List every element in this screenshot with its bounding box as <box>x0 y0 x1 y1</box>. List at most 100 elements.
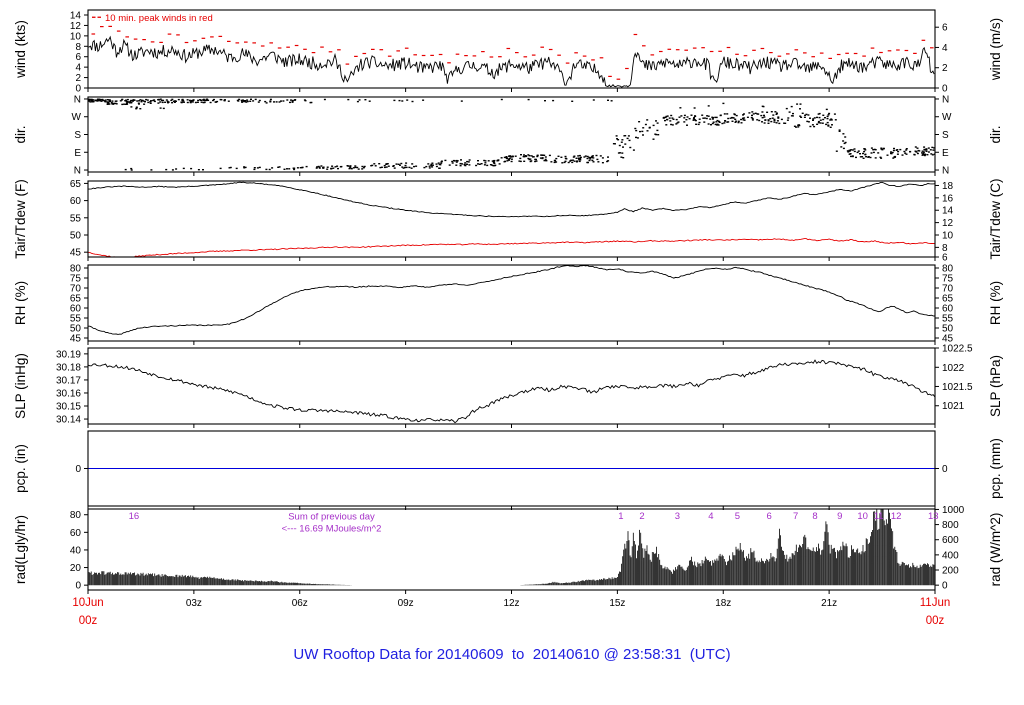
direction-dot <box>799 103 802 105</box>
direction-dot <box>544 100 546 102</box>
direction-dot <box>126 101 129 103</box>
direction-dot <box>698 121 701 124</box>
direction-dot <box>161 101 164 104</box>
direction-dot <box>189 101 192 104</box>
y-tick-label-right: 1021.5 <box>942 382 973 393</box>
direction-dot <box>511 155 514 158</box>
direction-dot <box>492 161 495 163</box>
x-tick-label: 18z <box>715 598 731 609</box>
peak-wind-dash <box>150 41 155 43</box>
direction-dot <box>292 167 295 169</box>
direction-dot <box>803 116 806 118</box>
peak-wind-dash <box>904 49 909 52</box>
peak-wind-dash <box>455 53 460 55</box>
direction-dot <box>460 100 463 102</box>
start-date-label: 10Jun <box>72 597 103 609</box>
direction-dot <box>326 166 329 168</box>
radiation-hour-sum: 8 <box>812 511 817 522</box>
direction-dot <box>383 166 386 169</box>
axis-label-right-rad: rad (W/m^2) <box>988 513 1003 587</box>
direction-dot <box>722 102 725 105</box>
direction-dot <box>356 166 359 169</box>
direction-dot <box>927 151 930 153</box>
radiation-hour-sum: 5 <box>735 511 740 522</box>
peak-wind-dash <box>591 59 595 61</box>
direction-dot <box>159 101 162 103</box>
direction-dot <box>648 126 651 129</box>
direction-dot <box>205 99 208 102</box>
direction-dot <box>715 121 718 123</box>
direction-dot <box>666 118 668 121</box>
direction-dot <box>269 98 272 101</box>
direction-dot <box>165 168 168 171</box>
y-tick-label-right: 4 <box>942 43 948 54</box>
direction-dot <box>326 168 329 170</box>
direction-dot <box>737 121 740 124</box>
direction-dot <box>119 100 122 102</box>
direction-dot <box>923 146 926 148</box>
direction-dot <box>411 163 414 165</box>
direction-dot <box>685 119 688 121</box>
direction-dot <box>686 116 689 118</box>
peak-wind-dash <box>201 37 206 39</box>
direction-dot <box>703 121 706 123</box>
radiation-hour-sum: 2 <box>639 511 644 522</box>
y-tick-label-right: 200 <box>942 566 959 577</box>
direction-dot <box>171 98 174 101</box>
direction-dot <box>278 101 281 103</box>
direction-dot <box>529 160 532 163</box>
direction-dot <box>245 101 248 103</box>
panel-border-temp <box>87 180 936 258</box>
peak-wind-dash <box>709 50 714 53</box>
peak-wind-dash <box>430 54 434 56</box>
direction-dot <box>560 156 563 158</box>
direction-dot <box>106 99 109 101</box>
y-tick-label-right: 600 <box>942 535 959 546</box>
peak-wind-dash <box>582 55 587 57</box>
direction-dot <box>505 156 508 158</box>
direction-dot <box>799 115 802 117</box>
direction-dot <box>655 120 657 122</box>
direction-dot <box>459 165 462 167</box>
y-tick-label-right: 10 <box>942 230 954 241</box>
direction-dot <box>726 121 729 123</box>
peak-wind-dash <box>870 47 875 49</box>
page-title: UW Rooftop Data for 20140609 to 20140610… <box>293 646 731 663</box>
peak-wind-dash <box>718 50 722 52</box>
direction-dot <box>532 156 535 158</box>
direction-dot <box>675 123 678 125</box>
axis-label-left-dir: dir. <box>13 125 28 143</box>
direction-dot <box>252 100 255 102</box>
axis-label-right-slp: SLP (hPa) <box>988 355 1003 417</box>
y-tick-label-left: 14 <box>70 11 82 22</box>
direction-dot <box>354 165 357 167</box>
direction-dot <box>177 98 180 101</box>
direction-dot <box>626 137 629 140</box>
direction-dot <box>693 107 696 109</box>
radiation-hour-sum: 12 <box>891 511 902 522</box>
direction-dot <box>775 122 778 124</box>
direction-dot <box>564 155 567 158</box>
direction-dot <box>200 99 203 101</box>
direction-dot <box>194 101 197 104</box>
series-group-temp <box>88 181 935 257</box>
direction-dot <box>825 123 828 126</box>
direction-dot <box>278 166 281 168</box>
direction-dot <box>315 167 318 169</box>
direction-dot <box>657 134 660 136</box>
direction-dot <box>408 166 411 169</box>
direction-dot <box>356 100 359 103</box>
direction-dot <box>727 117 730 120</box>
direction-dot <box>821 122 824 124</box>
direction-dot <box>671 117 674 119</box>
y-tick-label-left: 30.15 <box>56 402 81 413</box>
direction-dot <box>862 152 864 155</box>
direction-dot <box>797 126 800 128</box>
direction-dot <box>455 159 458 162</box>
direction-dot <box>853 150 856 153</box>
direction-dot <box>698 118 701 120</box>
direction-dot <box>212 99 214 102</box>
direction-dot <box>157 98 160 101</box>
direction-dot <box>164 101 167 103</box>
direction-dot <box>435 163 438 165</box>
